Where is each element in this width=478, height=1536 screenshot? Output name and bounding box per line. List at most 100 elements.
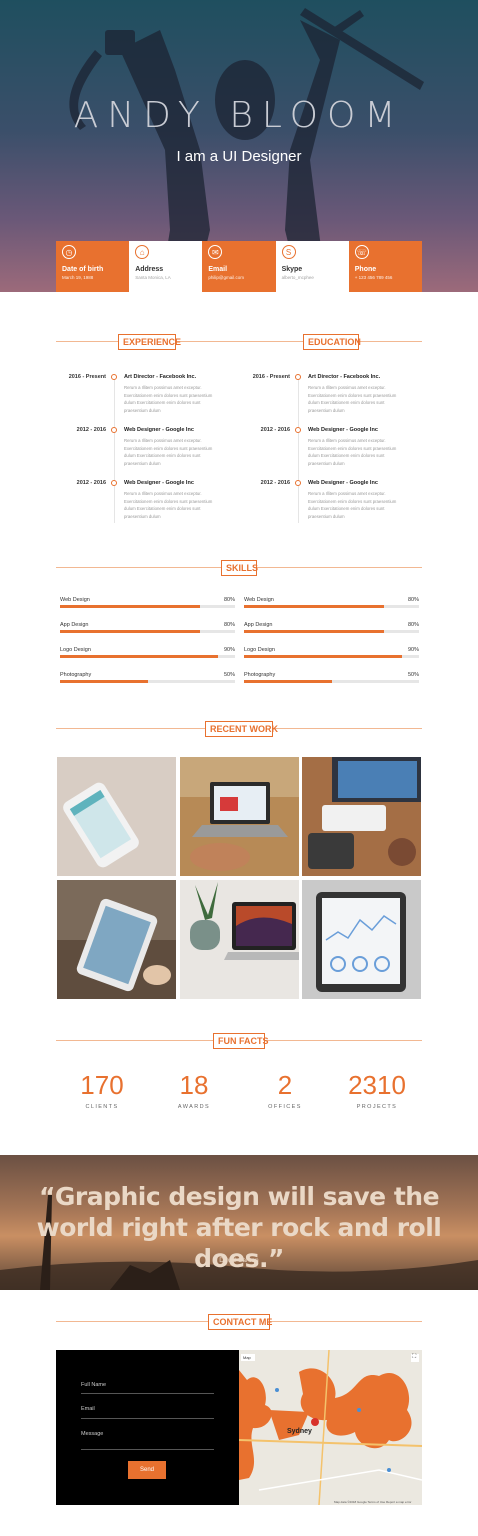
skill-name: Logo Design (244, 647, 275, 653)
email-underline (81, 1418, 214, 1419)
skill-percent: 80% (407, 622, 419, 628)
map-image (239, 1350, 422, 1505)
phone-icon: ☏ (354, 245, 369, 259)
work-imac-keyboard-image[interactable] (302, 757, 421, 876)
skill-bar: Logo Design 90% (244, 647, 419, 661)
skill-name: Photography (60, 672, 92, 678)
info-value: March 19, 1988 (62, 275, 94, 280)
info-label: Address (135, 266, 164, 273)
timeline-role: Art Director - Facebook Inc. (124, 374, 197, 380)
quote-author: David Carson (219, 1257, 259, 1264)
skype-icon: S (281, 245, 296, 259)
timeline-description: Rerum a Illitem possimus amet exceptur. … (308, 385, 397, 413)
fact-number: 2 (277, 1070, 293, 1100)
skill-name: Logo Design (60, 647, 91, 653)
education-heading: EDUCATION (303, 334, 361, 350)
skill-track (60, 605, 235, 608)
education-timeline: 2016 - Present Art Director - Facebook In… (234, 374, 414, 534)
fullscreen-icon[interactable]: ⛶ (412, 1354, 416, 1361)
skill-bar: App Design 80% (244, 622, 419, 636)
skill-track (60, 630, 235, 633)
quote-banner: “Graphic design will save the world righ… (0, 1155, 478, 1290)
skill-fill (60, 680, 148, 683)
map-icon: ⌂ (135, 245, 150, 259)
skill-track (60, 655, 235, 658)
info-label: Skype (281, 266, 303, 273)
skill-percent: 50% (407, 672, 419, 678)
timeline-role: Web Designer - Google Inc (124, 480, 194, 486)
timeline-date: 2016 - Present (68, 374, 106, 380)
timeline-description: Rerum a Illitem possimus amet exceptur. … (308, 491, 397, 519)
info-label: Date of birth (62, 266, 104, 273)
skill-bar: Photography 50% (60, 672, 235, 686)
timeline-dot (295, 374, 301, 380)
contact-form: Full Name Email Message Send (56, 1350, 239, 1505)
work-macbook-plant-image[interactable] (180, 880, 299, 999)
info-card-address: ⌂ Address Santa Monica, LA (129, 241, 203, 292)
experience-item: 2012 - 2016 Web Designer - Google Inc Reru… (50, 480, 230, 530)
skill-track (244, 605, 419, 608)
info-card-date-of-birth: ◷ Date of birth March 19, 1988 (56, 241, 130, 292)
info-value: philip@gmail.com (208, 275, 244, 280)
message-underline (81, 1449, 214, 1450)
experience-heading: EXPERIENCE (118, 334, 181, 350)
info-label: Phone (354, 266, 377, 273)
work-phone-image[interactable] (57, 757, 176, 876)
full-name-underline (81, 1393, 214, 1394)
skill-track (244, 680, 419, 683)
timeline-description: Rerum a Illitem possimus amet exceptur. … (124, 438, 213, 466)
fact-number: 2310 (348, 1070, 406, 1100)
education-item: 2016 - Present Art Director - Facebook In… (234, 374, 414, 424)
timeline-date: 2012 - 2016 (76, 480, 106, 486)
skill-percent: 90% (223, 647, 235, 653)
skill-bar: Photography 50% (244, 672, 419, 686)
work-tablet-chart-image[interactable] (302, 880, 421, 999)
hero-name: ANDY BLOOM (73, 95, 405, 136)
work-tablet-hands-image[interactable] (57, 880, 176, 999)
skill-bar: Web Design 80% (60, 597, 235, 611)
clock-icon: ◷ (62, 245, 76, 259)
info-value: + 123 456 789 456 (354, 275, 393, 280)
send-button[interactable]: Send (128, 1461, 166, 1479)
skill-track (244, 630, 419, 633)
map-type-toggle[interactable]: Map (243, 1355, 251, 1360)
resume-page: ANDY BLOOM I am a UI Designer ◷ Date of b… (0, 0, 478, 1536)
fact-label: CLIENTS (85, 1104, 119, 1110)
map-city-label: Sydney (287, 1428, 312, 1435)
info-card-skype: S Skype alberto_mcphee (275, 241, 349, 292)
message-field[interactable]: Message (81, 1431, 103, 1437)
skills-heading: SKILLS (221, 560, 258, 576)
fun-facts-heading: FUN FACTS (213, 1033, 269, 1049)
experience-item: 2016 - Present Art Director - Facebook In… (50, 374, 230, 424)
education-item: 2012 - 2016 Web Designer - Google Inc Reru… (234, 427, 414, 477)
hero-role: I am a UI Designer (176, 148, 302, 165)
skill-name: App Design (244, 622, 273, 628)
skill-fill (60, 655, 218, 658)
skill-fill (244, 680, 332, 683)
location-map[interactable]: Map Sydney Map data ©2018 Google Terms o… (239, 1350, 422, 1505)
fact-label: AWARDS (177, 1104, 211, 1110)
skill-fill (244, 605, 384, 608)
skill-percent: 80% (407, 597, 419, 603)
timeline-dot (111, 374, 117, 380)
skill-bar: App Design 80% (60, 622, 235, 636)
full-name-field[interactable]: Full Name (81, 1382, 106, 1388)
info-bar: ◷ Date of birth March 19, 1988 ⌂ Address Sant… (56, 241, 422, 292)
timeline-date: 2016 - Present (252, 374, 290, 380)
envelope-icon: ✉ (208, 245, 223, 259)
timeline-description: Rerum a Illitem possimus amet exceptur. … (124, 491, 213, 519)
fact-number: 18 (179, 1070, 209, 1100)
skill-name: Photography (244, 672, 276, 678)
section-divider (56, 341, 422, 342)
timeline-dot (111, 427, 117, 433)
skill-fill (60, 630, 200, 633)
work-laptop-desk-image[interactable] (180, 757, 299, 876)
email-field[interactable]: Email (81, 1406, 95, 1412)
skill-fill (60, 605, 200, 608)
experience-timeline: 2016 - Present Art Director - Facebook In… (50, 374, 230, 534)
map-footer: Map data ©2018 Google Terms of Use Repor… (334, 1500, 412, 1504)
skill-name: Web Design (244, 597, 274, 603)
fact-number: 170 (80, 1070, 124, 1100)
skill-track (60, 680, 235, 683)
timeline-date: 2012 - 2016 (76, 427, 106, 433)
